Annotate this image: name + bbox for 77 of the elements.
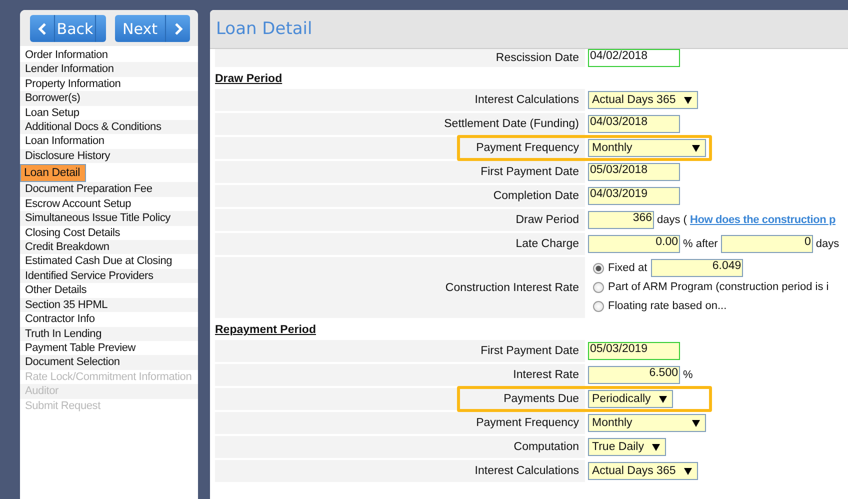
field-label: Computation xyxy=(215,436,585,458)
sidebar-item[interactable]: Document Selection xyxy=(20,355,198,370)
caret-icon xyxy=(652,444,660,450)
field-label: Payments Due xyxy=(215,388,585,410)
input-field[interactable]: 0.00 xyxy=(588,235,680,253)
sidebar-item[interactable]: Loan Information xyxy=(20,134,198,149)
help-link[interactable]: How does the construction p xyxy=(690,214,836,226)
dropdown[interactable]: Monthly xyxy=(588,414,706,432)
field-label: First Payment Date xyxy=(215,161,585,183)
sidebar-item[interactable]: Property Information xyxy=(20,76,198,92)
unit-text: days xyxy=(816,238,840,250)
unit-text: % after xyxy=(683,238,718,250)
input-field[interactable]: 05/03/2019 xyxy=(588,342,680,360)
field-label: Payment Frequency xyxy=(215,137,585,159)
field-label: Interest Calculations xyxy=(215,89,585,111)
sidebar-item[interactable]: Other Details xyxy=(20,283,198,298)
sidebar-item[interactable]: Closing Cost Details xyxy=(20,226,198,240)
sidebar-item[interactable]: Lender Information xyxy=(20,62,198,77)
panel-title: Loan Detail xyxy=(216,19,312,39)
caret-icon xyxy=(684,468,692,474)
sidebar-item[interactable]: Escrow Account Setup xyxy=(20,196,198,212)
sidebar-item[interactable]: Payment Table Preview xyxy=(20,340,198,356)
dropdown[interactable]: Monthly xyxy=(588,139,706,157)
field-label: Rescission Date xyxy=(215,49,585,67)
field-label: Draw Period xyxy=(215,209,585,231)
sidebar-item[interactable]: Loan Setup xyxy=(20,106,198,120)
input-field[interactable]: 04/02/2018 xyxy=(588,49,680,67)
radio-button[interactable] xyxy=(593,282,604,292)
input-field[interactable]: 0 xyxy=(720,235,813,253)
sidebar-item[interactable]: Simultaneous Issue Title Policy xyxy=(20,211,198,226)
field-label: Interest Calculations xyxy=(215,460,585,482)
field-label: Completion Date xyxy=(215,185,585,207)
sidebar-item[interactable]: Credit Breakdown xyxy=(20,240,198,254)
sidebar-item[interactable]: Loan Detail xyxy=(20,164,86,182)
input-field[interactable]: 04/03/2018 xyxy=(588,115,680,133)
field-label: Payment Frequency xyxy=(215,412,585,434)
field-label: Construction Interest Rate xyxy=(215,257,585,318)
unit-text: % xyxy=(683,369,693,381)
dropdown[interactable]: Actual Days 365 xyxy=(588,91,698,109)
sidebar-item[interactable]: Section 35 HPML xyxy=(20,298,198,312)
radio-label: Fixed at xyxy=(608,262,648,274)
field-label: Interest Rate xyxy=(215,364,585,386)
field-label: Late Charge xyxy=(215,233,585,255)
input-field[interactable]: 05/03/2018 xyxy=(588,163,680,181)
caret-icon xyxy=(684,96,692,104)
radio-button[interactable] xyxy=(593,300,604,312)
sidebar-item[interactable]: Additional Docs & Conditions xyxy=(20,120,198,134)
sidebar-item[interactable]: Estimated Cash Due at Closing xyxy=(20,254,198,269)
dropdown[interactable]: True Daily xyxy=(588,438,666,456)
caret-icon xyxy=(692,420,700,426)
caret-icon xyxy=(658,396,667,402)
sidebar-item[interactable]: Order Information xyxy=(20,48,198,62)
caret-icon xyxy=(692,144,700,152)
radio-label: Floating rate based on... xyxy=(608,300,727,312)
chevron-left-icon xyxy=(38,22,46,34)
next-button[interactable]: Next xyxy=(115,15,190,42)
sidebar-item[interactable]: Identified Service Providers xyxy=(20,268,198,284)
unit-text: days ( xyxy=(657,214,687,226)
sidebar-item[interactable]: Borrower(s) xyxy=(20,91,198,106)
sidebar-item[interactable]: Document Preparation Fee xyxy=(20,182,198,197)
input-field[interactable]: 04/03/2019 xyxy=(588,187,680,205)
field-label: First Payment Date xyxy=(215,340,585,362)
input-field[interactable]: 6.049 xyxy=(651,259,744,277)
sidebar-item[interactable]: Disclosure History xyxy=(20,148,198,164)
radio-button[interactable] xyxy=(593,262,604,274)
back-button[interactable]: Back xyxy=(30,15,106,42)
input-field[interactable]: 366 xyxy=(588,211,654,229)
section-heading: Draw Period xyxy=(215,72,284,87)
dropdown[interactable]: Periodically xyxy=(588,390,673,408)
sidebar-item[interactable]: Contractor Info xyxy=(20,312,198,327)
field-label: Settlement Date (Funding) xyxy=(215,113,585,135)
sidebar-item[interactable]: Truth In Lending xyxy=(20,326,198,341)
dropdown[interactable]: Actual Days 365 xyxy=(588,462,698,480)
chevron-right-icon xyxy=(174,22,182,34)
section-heading: Repayment Period xyxy=(215,323,317,338)
input-field[interactable]: 6.500 xyxy=(588,366,680,384)
radio-label: Part of ARM Program (construction period is i xyxy=(608,281,829,293)
